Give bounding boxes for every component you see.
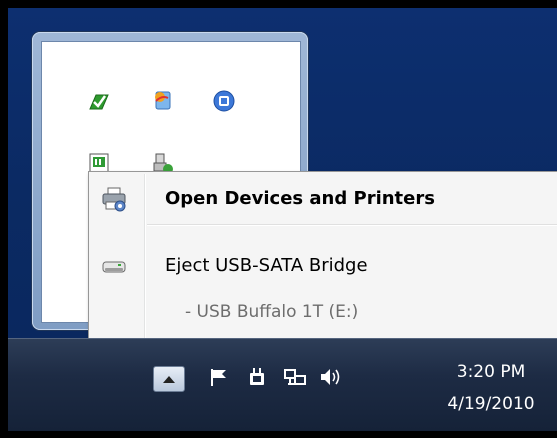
menu-item-eject-usb-sata-bridge[interactable]: Eject USB-SATA Bridge [91,244,556,290]
chevron-up-icon [163,376,175,383]
context-menu: Open Devices and Printers Eject USB-SATA… [88,171,557,343]
menu-item-open-devices-and-printers[interactable]: Open Devices and Printers [91,176,556,222]
clock-date: 4/19/2010 [447,394,535,414]
taskbar-clock[interactable]: 3:20 PM 4/19/2010 [428,356,554,420]
usb-drive-icon [100,253,128,281]
menu-subitem-usb-buffalo-drive[interactable]: - USB Buffalo 1T (E:) [185,302,358,322]
clock-time: 3:20 PM [456,362,526,382]
action-center-flag-icon[interactable] [206,364,232,390]
blue-circle-icon[interactable] [211,88,237,114]
menu-item-label: Open Devices and Printers [165,188,435,209]
show-hidden-icons-button[interactable] [153,366,185,392]
menu-separator [147,224,557,226]
network-icon[interactable] [282,364,308,390]
power-plug-icon[interactable] [244,364,270,390]
devices-printers-icon [100,185,128,213]
colorful-app-icon[interactable] [149,87,175,113]
green-money-icon[interactable] [86,88,112,114]
menu-item-label: Eject USB-SATA Bridge [165,255,368,276]
volume-icon[interactable] [318,364,344,390]
